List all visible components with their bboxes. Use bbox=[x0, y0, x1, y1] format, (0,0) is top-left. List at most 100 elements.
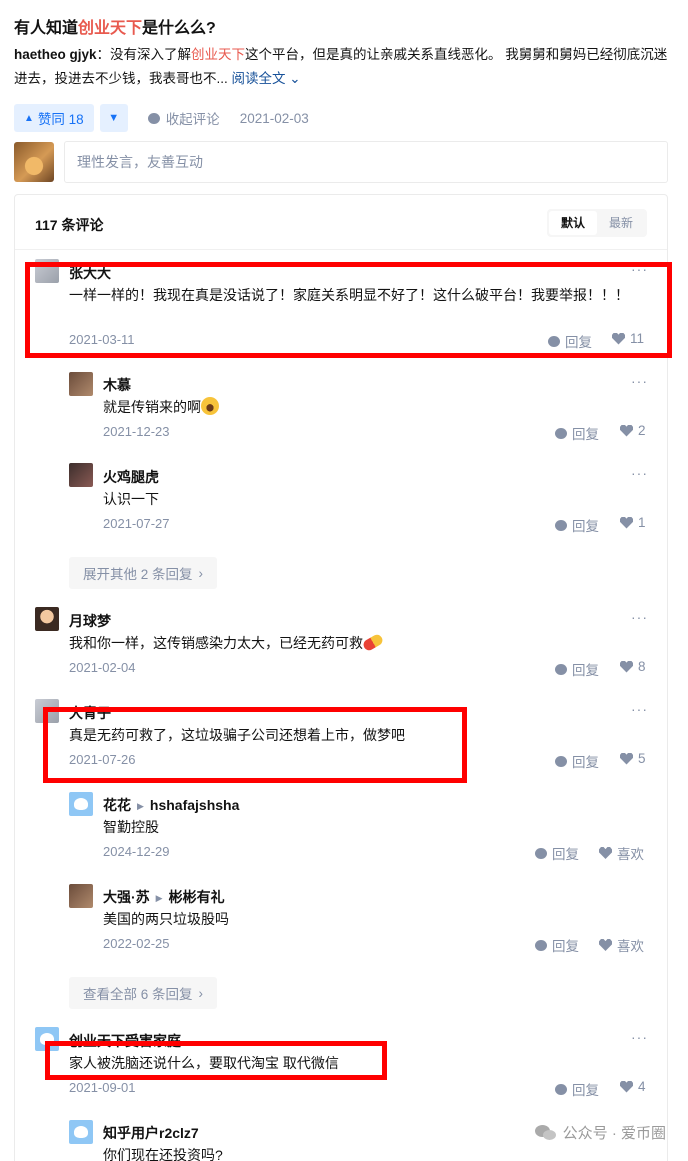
comments-header: 117 条评论 默认 最新 bbox=[15, 195, 667, 250]
like-button[interactable]: 8 bbox=[620, 659, 646, 674]
reply-arrow-icon: ▶ bbox=[137, 801, 144, 811]
reply-button[interactable]: 回复 bbox=[555, 423, 599, 443]
heart-icon bbox=[599, 847, 612, 859]
avatar[interactable] bbox=[35, 1027, 59, 1051]
like-button[interactable]: 2 bbox=[620, 423, 646, 438]
answer-date: 2021-02-03 bbox=[239, 110, 309, 126]
comment-input[interactable]: 理性发言，友善互动 bbox=[64, 141, 668, 183]
triangle-down-icon: ▼ bbox=[108, 112, 120, 124]
comment-bubble-icon bbox=[548, 335, 560, 347]
sort-latest-tab[interactable]: 最新 bbox=[597, 211, 645, 235]
watermark: 公众号 · 爱币圈 bbox=[534, 1122, 666, 1143]
more-options-icon[interactable]: ··· bbox=[631, 701, 648, 717]
reply-button[interactable]: 回复 bbox=[535, 935, 579, 955]
comment-author[interactable]: 张大大 bbox=[69, 263, 111, 283]
comment-date: 2024-12-29 bbox=[103, 844, 170, 859]
comment-date: 2021-07-27 bbox=[103, 516, 170, 531]
upvote-button[interactable]: ▲ 赞同 18 bbox=[14, 104, 94, 132]
more-options-icon[interactable]: ··· bbox=[631, 465, 648, 481]
comment-count: 117 条评论 bbox=[35, 217, 104, 233]
comment-bubble-icon bbox=[147, 112, 160, 124]
reply-button[interactable]: 回复 bbox=[555, 659, 599, 679]
like-button[interactable]: 4 bbox=[620, 1079, 646, 1094]
avatar[interactable] bbox=[69, 463, 93, 487]
answer-keyword: 创业天下 bbox=[191, 47, 246, 62]
comment-date: 2021-07-26 bbox=[69, 752, 136, 767]
reply-button[interactable]: 回复 bbox=[555, 1079, 599, 1099]
avatar[interactable] bbox=[69, 372, 93, 396]
reply-button[interactable]: 回复 bbox=[555, 751, 599, 771]
comment-date: 2021-03-11 bbox=[69, 332, 135, 347]
answer-excerpt: haetheo gjyk：没有深入了解创业天下这个平台，但是真的让亲戚关系直线恶… bbox=[14, 47, 668, 86]
comment-author[interactable]: 知乎用户r2clz7 bbox=[103, 1123, 199, 1143]
view-all-replies-button[interactable]: 查看全部 6 条回复 › bbox=[69, 977, 218, 1009]
comment-author[interactable]: 月球梦 bbox=[69, 611, 111, 631]
like-button[interactable]: 11 bbox=[612, 331, 644, 346]
reply-arrow-icon: ▶ bbox=[155, 893, 163, 903]
question-title[interactable]: 有人知道创业天下是什么么? bbox=[14, 14, 216, 38]
comment-text: 一样一样的！我现在真是没话说了！家庭关系明显不好了！这什么破平台！我要举报！！！ bbox=[69, 287, 629, 303]
comment-author[interactable]: 木慕 bbox=[103, 375, 131, 395]
chevron-down-icon: ⌄ bbox=[289, 71, 301, 86]
avatar[interactable] bbox=[69, 884, 93, 908]
sort-toggle: 默认 最新 bbox=[546, 209, 647, 237]
heart-icon bbox=[620, 1080, 633, 1093]
comment-text: 美国的两只垃圾股吗 bbox=[103, 911, 229, 927]
avatar[interactable] bbox=[69, 792, 93, 816]
comment-bubble-icon bbox=[555, 1083, 567, 1095]
heart-icon bbox=[620, 660, 633, 673]
comment-author[interactable]: 大青子 bbox=[69, 703, 111, 723]
comment-author[interactable]: 创业天下受害家庭 bbox=[69, 1031, 181, 1051]
comment-text: 智勤控股 bbox=[103, 819, 159, 835]
comment-date: 2022-02-25 bbox=[103, 936, 170, 951]
comment-author[interactable]: 大强·苏 ▶ 彬彬有礼 bbox=[103, 887, 225, 907]
comment-author[interactable]: 火鸡腿虎 bbox=[103, 467, 159, 487]
reply-target[interactable]: 彬彬有礼 bbox=[169, 889, 225, 905]
more-options-icon[interactable]: ··· bbox=[631, 609, 648, 625]
downvote-button[interactable]: ▼ bbox=[99, 104, 128, 132]
avatar[interactable] bbox=[35, 607, 59, 631]
comment-author[interactable]: 花花 ▶ hshafajshsha bbox=[103, 795, 239, 815]
sort-default-tab[interactable]: 默认 bbox=[548, 211, 597, 235]
comment-text: 家人被洗脑还说什么，要取代淘宝 取代微信 bbox=[69, 1055, 339, 1071]
laughing-emoji-icon bbox=[201, 397, 219, 415]
heart-icon bbox=[599, 939, 612, 951]
avatar[interactable] bbox=[69, 1120, 93, 1144]
chevron-right-icon: › bbox=[198, 565, 204, 581]
comment-text: 真是无药可救了，这垃圾骗子公司还想着上市，做梦吧 bbox=[69, 727, 405, 743]
read-more-link[interactable]: 阅读全文 ⌄ bbox=[232, 71, 301, 86]
comment-bubble-icon bbox=[535, 847, 547, 859]
reply-button[interactable]: 回复 bbox=[535, 843, 579, 863]
comment-bubble-icon bbox=[555, 663, 567, 675]
heart-icon bbox=[620, 516, 633, 529]
expand-replies-button[interactable]: 展开其他 2 条回复 › bbox=[69, 557, 218, 589]
triangle-up-icon: ▲ bbox=[24, 112, 34, 124]
heart-icon bbox=[620, 752, 633, 765]
comment-text: 我和你一样，这传销感染力太大，已经无药可救 bbox=[69, 631, 385, 655]
comment-bubble-icon bbox=[535, 939, 547, 951]
like-button[interactable]: 喜欢 bbox=[599, 935, 644, 955]
more-options-icon[interactable]: ··· bbox=[631, 261, 648, 277]
collapse-comments-button[interactable]: 收起评论 bbox=[147, 108, 220, 128]
avatar[interactable] bbox=[35, 259, 59, 283]
like-button[interactable]: 1 bbox=[620, 515, 646, 530]
comment-date: 2021-09-01 bbox=[69, 1080, 136, 1095]
heart-icon bbox=[612, 332, 625, 345]
more-options-icon[interactable]: ··· bbox=[631, 1029, 648, 1045]
avatar[interactable] bbox=[35, 699, 59, 723]
reply-button[interactable]: 回复 bbox=[555, 515, 599, 535]
chevron-right-icon: › bbox=[198, 985, 204, 1001]
comment-text: 认识一下 bbox=[103, 491, 159, 507]
answer-actions: ▲ 赞同 18 ▼ 收起评论 2021-02-03 bbox=[14, 104, 309, 132]
like-button[interactable]: 5 bbox=[620, 751, 646, 766]
comment-text: 你们现在还投资吗? bbox=[103, 1147, 223, 1161]
reply-target[interactable]: hshafajshsha bbox=[150, 797, 239, 813]
reply-button[interactable]: 回复 bbox=[548, 331, 592, 351]
answer-author[interactable]: haetheo gjyk bbox=[14, 47, 97, 62]
pill-emoji-icon bbox=[361, 632, 385, 653]
more-options-icon[interactable]: ··· bbox=[631, 373, 648, 389]
like-button[interactable]: 喜欢 bbox=[599, 843, 644, 863]
comment-date: 2021-02-04 bbox=[69, 660, 136, 675]
current-user-avatar bbox=[14, 142, 54, 182]
wechat-icon bbox=[534, 1124, 557, 1142]
